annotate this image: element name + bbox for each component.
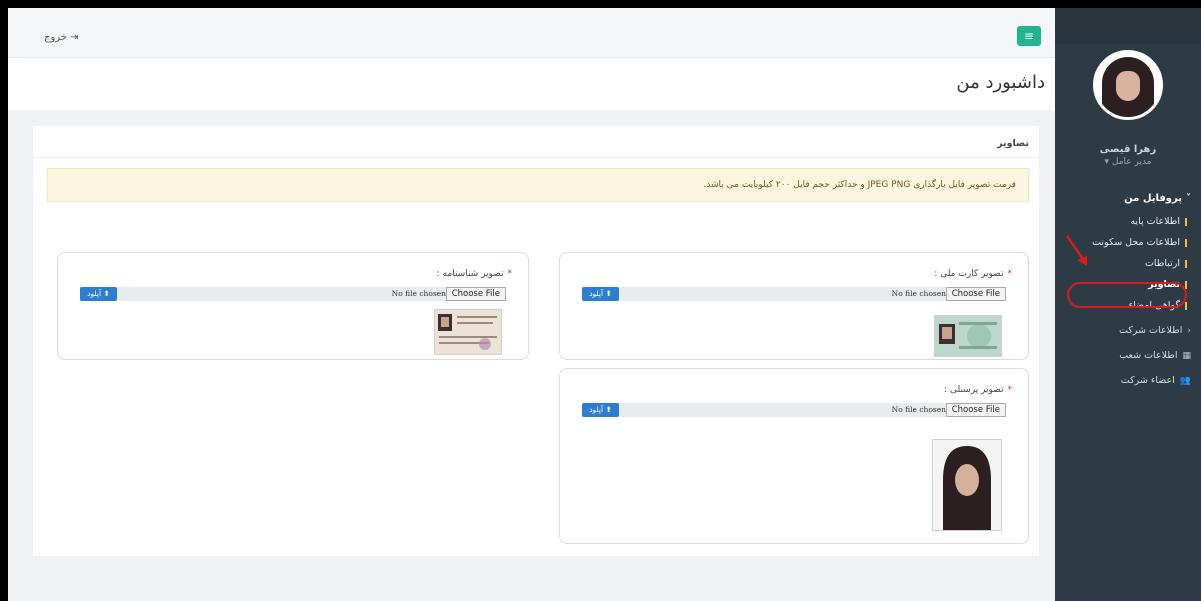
annotation-arrow-icon — [1065, 235, 1087, 266]
no-file-status: No file chosen — [891, 289, 946, 298]
grid-icon: ▦ — [1182, 350, 1191, 361]
sidebar-item-members[interactable]: 👥 اعضاء شرکت — [1055, 375, 1191, 386]
upload-icon: ⬆ — [101, 289, 110, 298]
national-card-file-input[interactable]: Choose File No file chosen ⬆ آپلود — [582, 287, 1006, 301]
birth-certificate-card: *تصویر شناسنامه : Choose File No file ch… — [57, 252, 529, 360]
national-card-image — [934, 315, 1002, 357]
sidebar: زهرا قیصی مدیر عامل ▾ ˅ پروفایل من اطلاع… — [1055, 8, 1201, 601]
images-panel: تصاویر فرمت تصویر فایل بارگذاری JPEG PNG… — [33, 126, 1039, 556]
id-card-thumbnail — [935, 316, 1001, 356]
chevron-down-icon: ˅ — [1186, 193, 1191, 204]
avatar — [1093, 50, 1163, 120]
user-name: زهرا قیصی — [1099, 144, 1157, 155]
sidebar-section-company[interactable]: ‹ اطلاعات شرکت — [1055, 325, 1191, 336]
portrait-thumbnail — [933, 440, 1001, 530]
user-role-dropdown[interactable]: مدیر عامل ▾ — [1055, 157, 1201, 167]
birth-certificate-label: *تصویر شناسنامه : — [436, 269, 512, 279]
choose-file-button[interactable]: Choose File — [445, 287, 506, 301]
info-icon — [1185, 280, 1187, 289]
sign-out-icon: ⇥ — [70, 32, 79, 43]
logout-label: خروج — [44, 32, 67, 43]
no-file-status: No file chosen — [391, 289, 446, 298]
sidebar-section-label: پروفایل من — [1124, 193, 1182, 204]
upload-icon: ⬆ — [603, 289, 612, 298]
annotation-highlight — [1067, 282, 1187, 308]
users-icon: 👥 — [1179, 375, 1191, 386]
upload-button[interactable]: ⬆ آپلود — [80, 287, 117, 301]
sidebar-header — [1055, 8, 1201, 44]
certificate-thumbnail — [435, 310, 501, 354]
info-icon — [1185, 301, 1187, 310]
choose-file-button[interactable]: Choose File — [945, 403, 1006, 417]
national-card-label: *تصویر کارت ملی : — [934, 269, 1012, 279]
bars-icon[interactable]: ≡ — [1017, 26, 1041, 46]
panel-title: تصاویر — [997, 138, 1029, 149]
no-file-status: No file chosen — [891, 405, 946, 414]
app-frame: ≡ ⇥ خروج داشبورد من تصاویر فرمت تصویر فا… — [8, 8, 1201, 601]
upload-icon: ⬆ — [603, 405, 612, 414]
logout-link[interactable]: ⇥ خروج — [44, 32, 79, 43]
national-card-card: *تصویر کارت ملی : Choose File No file ch… — [559, 252, 1029, 360]
personnel-photo-label: *تصویر پرسنلی : — [944, 385, 1012, 395]
panel-header: تصاویر — [33, 126, 1039, 158]
page-title: داشبورد من — [956, 72, 1045, 93]
upload-button[interactable]: ⬆ آپلود — [582, 287, 619, 301]
chevron-left-icon: ‹ — [1187, 325, 1191, 336]
choose-file-button[interactable]: Choose File — [945, 287, 1006, 301]
info-icon — [1185, 217, 1187, 226]
sidebar-item-branches[interactable]: ▦ اطلاعات شعب — [1055, 350, 1191, 361]
personnel-photo-file-input[interactable]: Choose File No file chosen ⬆ آپلود — [582, 403, 1006, 417]
sidebar-section-profile[interactable]: ˅ پروفایل من — [1055, 193, 1191, 204]
info-icon — [1185, 238, 1187, 247]
info-icon — [1185, 259, 1187, 268]
personnel-photo-image — [932, 439, 1002, 531]
sidebar-item-basic-info[interactable]: اطلاعات پایه — [1055, 216, 1187, 227]
format-alert: فرمت تصویر فایل بارگذاری JPEG PNG و حداک… — [47, 168, 1029, 202]
birth-certificate-file-input[interactable]: Choose File No file chosen ⬆ آپلود — [80, 287, 506, 301]
top-bar: ≡ ⇥ خروج — [8, 8, 1055, 58]
birth-certificate-image — [434, 309, 502, 355]
page-title-bar: داشبورد من — [8, 58, 1055, 110]
personnel-photo-card: *تصویر پرسنلی : Choose File No file chos… — [559, 368, 1029, 544]
upload-button[interactable]: ⬆ آپلود — [582, 403, 619, 417]
